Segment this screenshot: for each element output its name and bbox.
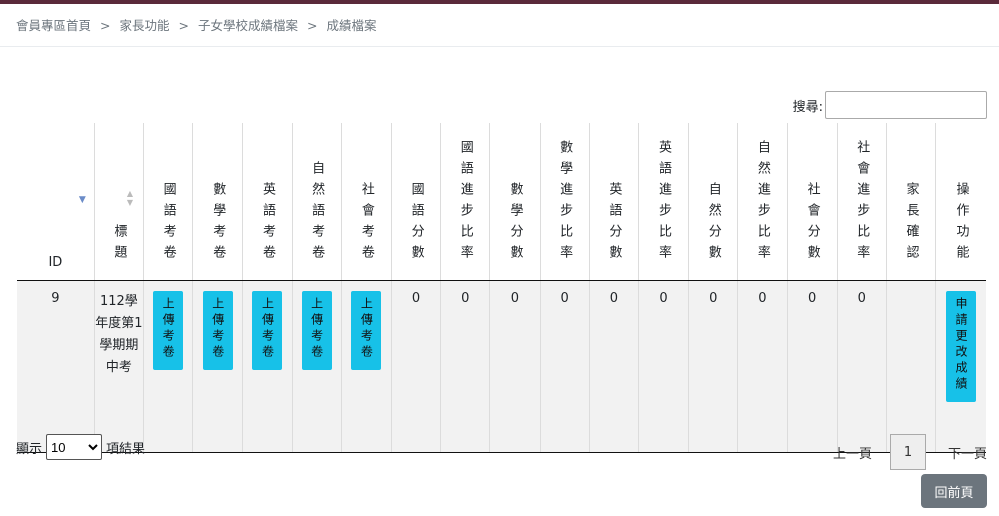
upload-paper-button[interactable]: 上傳考卷 [351, 291, 382, 370]
page-length-control: 顯示 10 項結果 [16, 434, 145, 460]
cell-title: 112學年度第1學期期中考 [94, 280, 145, 453]
top-accent-bar [0, 0, 999, 4]
column-header-chinese-paper[interactable]: 國語考卷 [143, 123, 194, 281]
page-length-prefix: 顯示 [16, 441, 43, 457]
column-header-label: ID [48, 255, 63, 270]
column-header-social-score[interactable]: 社會分數 [787, 123, 838, 281]
cell-chinese-score: 0 [391, 280, 442, 453]
search-label: 搜尋: [792, 99, 823, 115]
upload-paper-button[interactable]: 上傳考卷 [153, 291, 184, 370]
page-length-suffix: 項結果 [106, 441, 146, 457]
column-header-label: 自然語考卷 [309, 161, 325, 266]
column-header-label: 社會進步比率 [854, 140, 870, 266]
column-header-label: 自然分數 [705, 182, 721, 266]
cell-chinese-progress: 0 [440, 280, 491, 453]
prev-page-button[interactable]: 上一頁 [833, 443, 872, 462]
column-header-label: 國語考卷 [160, 182, 176, 266]
back-button[interactable]: 回前頁 [921, 474, 987, 508]
column-header-label: 英語考卷 [259, 182, 275, 266]
cell-chinese-paper: 上傳考卷 [143, 280, 194, 453]
search-box: 搜尋: [793, 91, 987, 119]
column-header-label: 數學進步比率 [557, 140, 573, 266]
cell-actions: 申請更改成績 [935, 280, 986, 453]
upload-paper-button[interactable]: 上傳考卷 [252, 291, 283, 370]
cell-social-paper: 上傳考卷 [341, 280, 392, 453]
column-header-title[interactable]: ▲ ▼ 標題 [94, 123, 145, 281]
column-header-math-paper[interactable]: 數學考卷 [192, 123, 244, 281]
breadcrumb-separator: > [307, 18, 318, 33]
upload-paper-button[interactable]: 上傳考卷 [301, 291, 332, 370]
column-header-label: 社會分數 [804, 182, 820, 266]
cell-parent-confirm [886, 280, 937, 453]
column-header-science-paper[interactable]: 自然語考卷 [292, 123, 342, 281]
next-page-button[interactable]: 下一頁 [948, 443, 987, 462]
upload-paper-label: 上傳考卷 [210, 297, 225, 361]
column-header-label: 國語分數 [408, 182, 424, 266]
upload-paper-label: 上傳考卷 [260, 297, 275, 361]
column-header-id[interactable]: ID ▼ [17, 123, 95, 281]
cell-social-score: 0 [787, 280, 838, 453]
upload-paper-label: 上傳考卷 [309, 297, 324, 361]
search-input[interactable] [825, 91, 987, 119]
breadcrumb-separator: > [100, 18, 111, 33]
column-header-chinese-progress[interactable]: 國語進步比率 [440, 123, 491, 281]
breadcrumb: 會員專區首頁 > 家長功能 > 子女學校成績檔案 > 成績檔案 [16, 15, 377, 34]
request-grade-change-label: 申請更改成績 [954, 297, 969, 393]
column-header-label: 標題 [111, 224, 127, 266]
cell-math-score: 0 [489, 280, 541, 453]
column-header-label: 國語進步比率 [457, 140, 473, 266]
column-header-actions[interactable]: 操作功能 [935, 123, 986, 281]
cell-english-score: 0 [589, 280, 639, 453]
column-header-english-score[interactable]: 英語分數 [589, 123, 639, 281]
upload-paper-label: 上傳考卷 [359, 297, 374, 361]
sort-desc-icon: ▼ [78, 195, 86, 205]
column-header-label: 社會考卷 [358, 182, 374, 266]
column-header-chinese-score[interactable]: 國語分數 [391, 123, 442, 281]
cell-social-progress: 0 [837, 280, 887, 453]
cell-id: 9 [17, 280, 95, 453]
header-divider [0, 46, 999, 47]
column-header-english-progress[interactable]: 英語進步比率 [638, 123, 690, 281]
column-header-label: 家長確認 [903, 182, 919, 266]
table-row: 9 112學年度第1學期期中考 上傳考卷 上傳考卷 上傳考卷 上傳考卷 上傳考卷… [17, 280, 986, 453]
column-header-label: 英語進步比率 [656, 140, 672, 266]
request-grade-change-button[interactable]: 申請更改成績 [946, 291, 977, 402]
column-header-label: 數學分數 [507, 182, 523, 266]
column-header-label: 操作功能 [953, 182, 969, 266]
column-header-science-score[interactable]: 自然分數 [688, 123, 739, 281]
cell-science-progress: 0 [737, 280, 788, 453]
column-header-social-progress[interactable]: 社會進步比率 [837, 123, 887, 281]
column-header-label: 自然進步比率 [754, 140, 770, 266]
cell-science-score: 0 [688, 280, 739, 453]
column-header-math-score[interactable]: 數學分數 [489, 123, 541, 281]
column-header-science-progress[interactable]: 自然進步比率 [737, 123, 788, 281]
column-header-english-paper[interactable]: 英語考卷 [242, 123, 293, 281]
upload-paper-label: 上傳考卷 [161, 297, 176, 361]
column-header-parent-confirm[interactable]: 家長確認 [886, 123, 937, 281]
page-length-select[interactable]: 10 [46, 434, 103, 460]
upload-paper-button[interactable]: 上傳考卷 [202, 291, 233, 370]
column-header-math-progress[interactable]: 數學進步比率 [540, 123, 590, 281]
column-header-social-paper[interactable]: 社會考卷 [341, 123, 392, 281]
cell-math-progress: 0 [540, 280, 590, 453]
column-header-label: 英語分數 [606, 182, 622, 266]
breadcrumb-separator: > [178, 18, 189, 33]
cell-science-paper: 上傳考卷 [292, 280, 342, 453]
cell-english-paper: 上傳考卷 [242, 280, 293, 453]
breadcrumb-child-grades[interactable]: 子女學校成績檔案 [198, 18, 298, 33]
grades-table: ID ▼ ▲ ▼ 標題 國語考卷 數學考卷 英語考卷 自然語考卷 社會考卷 國語分數 … [17, 123, 986, 453]
pagination: 上一頁 1 下一頁 [833, 434, 987, 470]
column-header-label: 數學考卷 [210, 182, 226, 266]
cell-english-progress: 0 [638, 280, 690, 453]
cell-math-paper: 上傳考卷 [192, 280, 244, 453]
sort-both-icon: ▲ ▼ [126, 189, 133, 207]
breadcrumb-current: 成績檔案 [326, 18, 377, 33]
page-number-button[interactable]: 1 [889, 434, 926, 470]
breadcrumb-home[interactable]: 會員專區首頁 [16, 18, 91, 33]
breadcrumb-parent-functions[interactable]: 家長功能 [120, 18, 170, 33]
table-header-row: ID ▼ ▲ ▼ 標題 國語考卷 數學考卷 英語考卷 自然語考卷 社會考卷 國語分數 … [17, 123, 986, 281]
